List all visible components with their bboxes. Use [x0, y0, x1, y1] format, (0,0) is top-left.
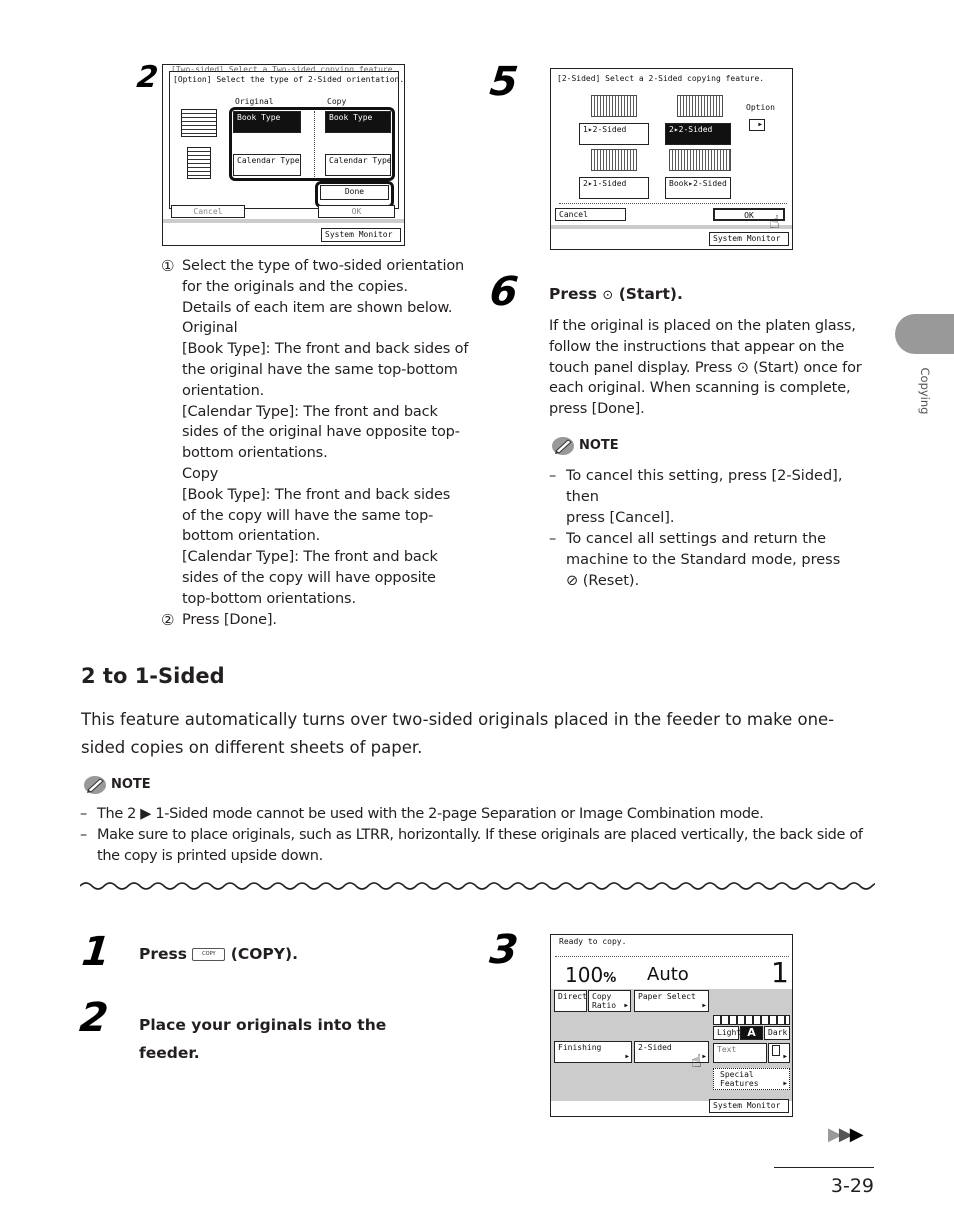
density-slider[interactable] [713, 1015, 790, 1025]
2to1-sided-button[interactable]: 2▸1-Sided [579, 177, 649, 199]
2to2-icon [677, 95, 723, 117]
pencil-note-icon [83, 775, 107, 795]
step-number: 1 [79, 929, 113, 975]
book-type-icon [181, 109, 217, 137]
1to2-sided-button[interactable]: 1▸2-Sided [579, 123, 649, 145]
cancel-button[interactable]: Cancel [171, 205, 245, 218]
calendar-type-icon [187, 147, 211, 179]
substep-1: ① Select the type of two-sided orientati… [161, 257, 469, 607]
original-book-type-button[interactable]: Book Type [233, 111, 301, 133]
lcd-screen-orientation: [Two-sided] Select a Two-sided copying f… [162, 64, 405, 246]
screen-title: [Option] Select the type of 2-Sided orie… [173, 75, 405, 84]
ratio-readout: 100% [565, 963, 617, 987]
light-button[interactable]: Light [713, 1026, 741, 1040]
original-calendar-type-button[interactable]: Calendar Type [233, 154, 301, 176]
note-item: The 2 ▶ 1-Sided mode cannot be used with… [80, 804, 880, 825]
arrow-right-icon: ▶ [702, 1053, 706, 1060]
screen-title: [2-Sided] Select a 2-Sided copying featu… [557, 74, 765, 83]
2to2-sided-button[interactable]: 2▸2-Sided [665, 123, 731, 145]
start-icon: ⊙ [602, 288, 614, 303]
arrow-right-icon: ▶ [624, 1002, 628, 1009]
step-number: 5 [487, 59, 521, 105]
arrow-right-icon: ▶ [625, 1053, 629, 1060]
original-header: Original [235, 97, 274, 106]
paper-icon [772, 1045, 780, 1056]
section-intro: This feature automatically turns over tw… [81, 710, 835, 757]
hand-pointer-icon: ☝ [691, 1051, 702, 1072]
finishing-button[interactable]: Finishing ▶ [554, 1041, 632, 1063]
page-number: 3-29 [830, 1175, 874, 1197]
substep-marker: ① [161, 257, 175, 275]
arrow-right-icon: ▶ [702, 1002, 706, 1009]
book-to-2-sided-button[interactable]: Book▸2-Sided [665, 177, 731, 199]
section-heading: 2 to 1-Sided [81, 664, 225, 688]
1to2-icon [591, 95, 637, 117]
auto-density-button[interactable]: A [740, 1026, 763, 1040]
copy-key-icon: COPY [192, 948, 226, 961]
step2-heading: Place your originals into the feeder. [139, 1016, 387, 1062]
cancel-button[interactable]: Cancel [555, 208, 626, 221]
lcd-screen-2sided: [2-Sided] Select a 2-Sided copying featu… [550, 68, 793, 250]
system-monitor-button[interactable]: System Monitor [709, 232, 789, 246]
text-mode-button[interactable]: Text [713, 1043, 767, 1063]
copy-calendar-type-button[interactable]: Calendar Type [325, 154, 392, 176]
system-monitor-button[interactable]: System Monitor [709, 1099, 789, 1113]
chapter-tab-label: Copying [918, 367, 932, 415]
pencil-note-icon [551, 436, 575, 456]
step-number: 2 [77, 995, 111, 1041]
option-button[interactable]: ▶ [749, 119, 765, 131]
wavy-divider [80, 882, 875, 890]
arrow-right-icon: ▶ [783, 1080, 787, 1087]
paper-select-button[interactable]: Paper Select ▶ [634, 990, 709, 1012]
step-number: 3 [487, 927, 521, 973]
ok-button[interactable]: OK [318, 205, 395, 218]
original-type-button[interactable]: ▶ [768, 1043, 790, 1063]
copy-book-type-button[interactable]: Book Type [325, 111, 391, 133]
footer-rule [774, 1167, 874, 1168]
substep-marker: ② [161, 611, 175, 629]
note-header: NOTE [551, 435, 619, 456]
note-header: NOTE [83, 774, 151, 795]
substep-2: ② Press [Done]. [161, 611, 277, 629]
step6-notes: To cancel this setting, press [2-Sided],… [549, 466, 879, 592]
paper-readout: Auto [647, 964, 689, 985]
arrow-right-icon: ▶ [783, 1053, 787, 1060]
copy-count: 1 [771, 956, 789, 989]
special-features-button[interactable]: Special Features ▶ [713, 1068, 790, 1090]
arrow-right-icon: ▶ [758, 121, 762, 128]
direct-button[interactable]: Direct [554, 990, 587, 1012]
system-monitor-button[interactable]: System Monitor [321, 228, 401, 242]
note-item: To cancel all settings and return themac… [549, 529, 879, 592]
copy-ratio-button[interactable]: Copy Ratio ▶ [588, 990, 631, 1012]
dark-button[interactable]: Dark [764, 1026, 790, 1040]
note-item: To cancel this setting, press [2-Sided],… [549, 466, 879, 529]
step1-heading: Press COPY (COPY). [139, 945, 298, 963]
note-item: Make sure to place originals, such as LT… [80, 825, 880, 867]
section-notes: The 2 ▶ 1-Sided mode cannot be used with… [80, 804, 880, 867]
hand-pointer-icon: ☝ [769, 212, 780, 233]
2to1-icon [591, 149, 637, 171]
lcd-screen-copy-main: Ready to copy. 100% Auto 1 Direct Copy Ra… [550, 934, 793, 1117]
done-button[interactable]: Done [320, 185, 389, 200]
continue-arrows-icon: ▶▶▶ [828, 1124, 863, 1145]
step6-heading: Press ⊙ (Start). [549, 285, 683, 303]
step-number: 6 [487, 269, 521, 315]
book-to-2-icon [669, 149, 731, 171]
step-number: 2 [135, 60, 160, 95]
step6-body: If the original is placed on the platen … [549, 318, 862, 418]
option-label: Option [746, 103, 775, 112]
status-text: Ready to copy. [559, 937, 627, 946]
copy-header: Copy [327, 97, 347, 106]
